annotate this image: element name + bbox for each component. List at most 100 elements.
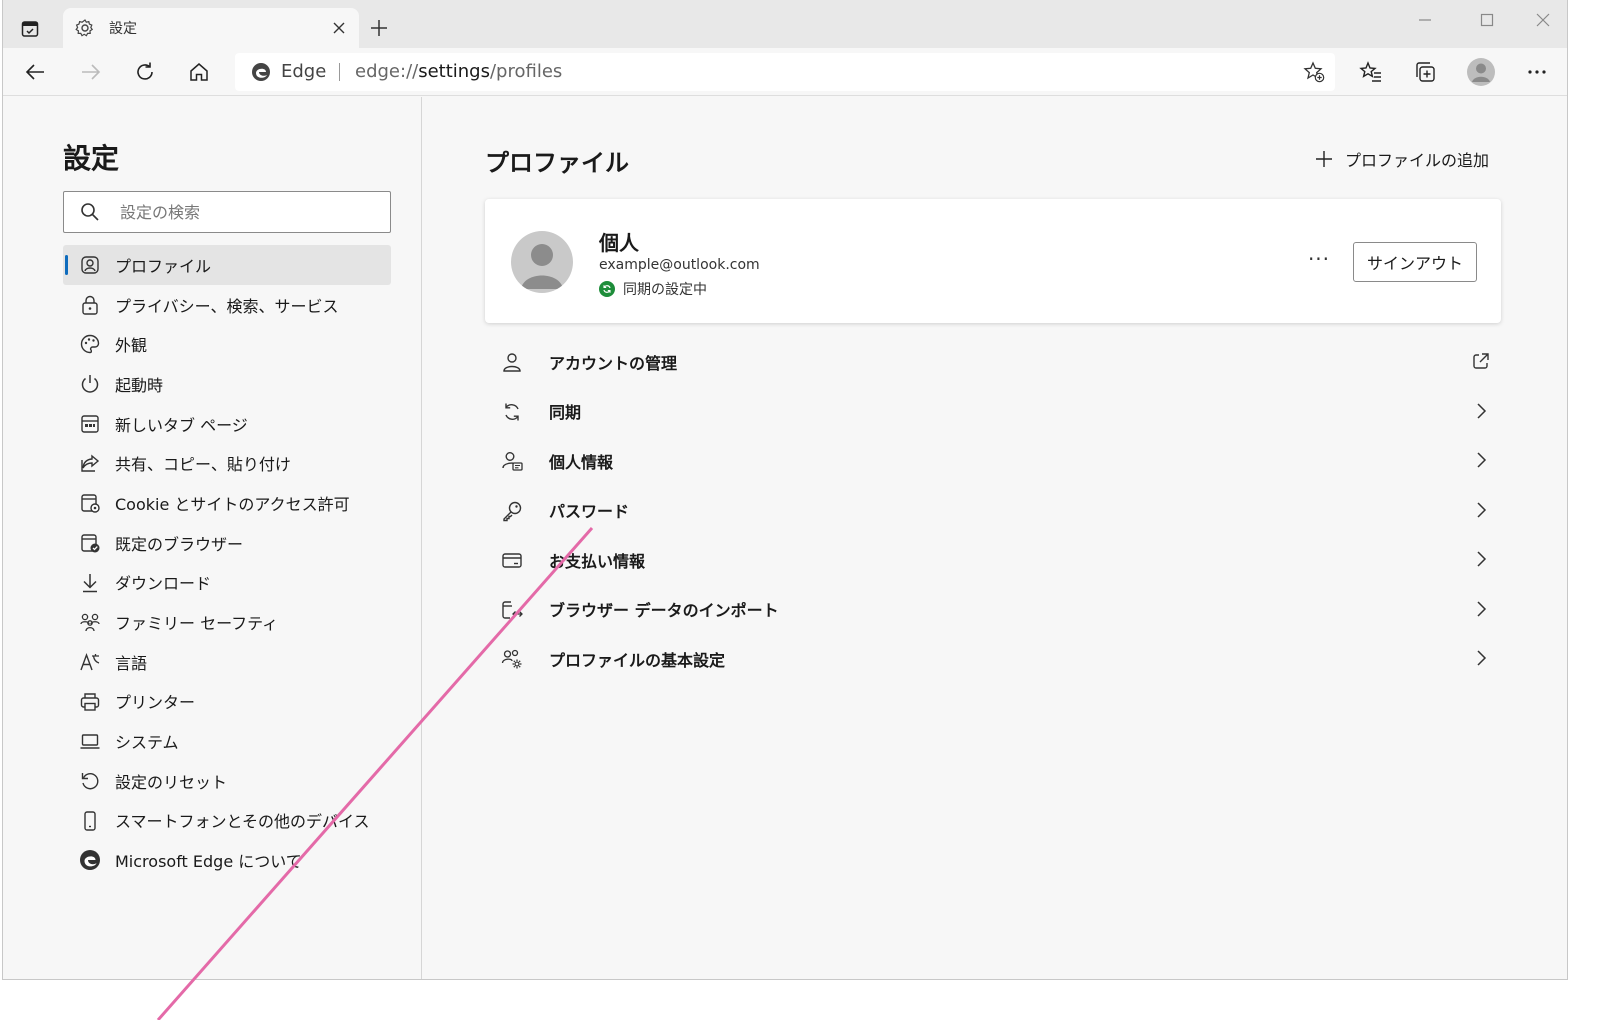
row-personal-info[interactable]: 個人情報 [485, 436, 1501, 486]
home-icon [190, 63, 208, 81]
profile-avatar-button[interactable] [1465, 56, 1497, 88]
sidebar-item-label: プロファイル [115, 256, 212, 276]
back-button[interactable] [19, 56, 51, 88]
import-icon [502, 600, 523, 619]
sidebar-item-label: Cookie とサイトのアクセス許可 [115, 494, 350, 514]
sidebar-item-label: Microsoft Edge について [115, 852, 302, 872]
sidebar-item-printers[interactable]: プリンター [63, 682, 391, 722]
search-input[interactable] [120, 200, 380, 224]
sidebar-item-system[interactable]: システム [63, 721, 391, 761]
add-favorite-icon[interactable] [1303, 61, 1325, 83]
sidebar-item-label: スマートフォンとその他のデバイス [115, 812, 370, 832]
sidebar-item-default-browser[interactable]: 既定のブラウザー [63, 523, 391, 563]
sidebar-item-label: 共有、コピー、貼り付け [115, 455, 291, 475]
tab-title: 設定 [109, 21, 137, 37]
forward-button[interactable] [75, 56, 107, 88]
sidebar-item-cookies[interactable]: Cookie とサイトのアクセス許可 [63, 483, 391, 523]
address-bar[interactable]: Edge edge://settings/profiles [235, 53, 1335, 91]
more-horizontal-icon [1528, 70, 1546, 74]
sync-status-icon [599, 281, 615, 297]
gear-icon [75, 19, 94, 37]
chevron-right-icon [1477, 551, 1487, 567]
profile-settings-icon [501, 649, 522, 669]
row-label: プロファイルの基本設定 [549, 650, 726, 670]
profile-name: 個人 [599, 231, 639, 255]
sidebar-item-privacy[interactable]: プライバシー、検索、サービス [63, 285, 391, 325]
edge-icon [80, 850, 100, 871]
sidebar-item-label: 外観 [115, 336, 148, 356]
plus-icon [371, 20, 387, 36]
row-label: 個人情報 [549, 452, 614, 472]
sidebar-item-label: 既定のブラウザー [115, 534, 244, 554]
refresh-icon [137, 62, 153, 80]
favorites-button[interactable] [1355, 56, 1387, 88]
tab-strip: 設定 [3, 0, 1567, 48]
home-button[interactable] [183, 56, 215, 88]
browser-window: 設定 Edge edge://settings/profiles 設定 設定の検… [2, 0, 1568, 980]
minimize-button[interactable] [1401, 4, 1449, 36]
key-icon [503, 501, 522, 521]
close-window-button[interactable] [1519, 4, 1567, 36]
sidebar-item-new-tab-page[interactable]: 新しいタブ ページ [63, 404, 391, 444]
collections-icon [1416, 62, 1435, 82]
sidebar-item-downloads[interactable]: ダウンロード [63, 563, 391, 603]
sidebar-item-label: 起動時 [115, 375, 164, 395]
power-icon [81, 375, 99, 393]
refresh-button[interactable] [129, 56, 161, 88]
sidebar-item-label: システム [115, 733, 179, 753]
sidebar-item-label: 設定のリセット [115, 772, 228, 792]
share-icon [81, 454, 100, 473]
sidebar-item-phone-devices[interactable]: スマートフォンとその他のデバイス [63, 801, 391, 841]
favorites-icon [1359, 61, 1381, 82]
settings-search[interactable] [63, 191, 391, 233]
search-icon [81, 203, 99, 221]
tab-actions-button[interactable] [13, 12, 47, 46]
profile-more-button[interactable]: ··· [1305, 245, 1333, 273]
row-sync[interactable]: 同期 [485, 387, 1501, 437]
profile-card: 個人 example@outlook.com 同期の設定中 ··· サインアウト [485, 199, 1501, 323]
close-icon [1536, 13, 1550, 27]
collections-button[interactable] [1409, 56, 1441, 88]
row-import-browser-data[interactable]: ブラウザー データのインポート [485, 585, 1501, 635]
sidebar-item-share-copy-paste[interactable]: 共有、コピー、貼り付け [63, 443, 391, 483]
row-profile-preferences[interactable]: プロファイルの基本設定 [485, 634, 1501, 684]
default-browser-icon [81, 534, 100, 553]
sidebar-item-label: プライバシー、検索、サービス [115, 296, 339, 316]
chevron-right-icon [1477, 452, 1487, 468]
signout-button[interactable]: サインアウト [1353, 242, 1477, 282]
sidebar-nav: プロファイル プライバシー、検索、サービス 外観 起動時 新しいタブ ページ 共… [63, 245, 391, 880]
close-icon [333, 22, 345, 34]
add-profile-button[interactable]: プロファイルの追加 [1315, 147, 1489, 171]
row-passwords[interactable]: パスワード [485, 486, 1501, 536]
download-icon [83, 573, 97, 592]
row-manage-account[interactable]: アカウントの管理 [485, 337, 1501, 387]
maximize-button[interactable] [1463, 4, 1511, 36]
sidebar-item-startup[interactable]: 起動時 [63, 364, 391, 404]
tab-actions-icon [21, 21, 39, 37]
sidebar-item-languages[interactable]: 言語 [63, 642, 391, 682]
external-link-icon [1473, 353, 1489, 369]
sidebar-item-appearance[interactable]: 外観 [63, 324, 391, 364]
language-icon [80, 652, 100, 671]
sidebar-item-about-edge[interactable]: Microsoft Edge について [63, 840, 391, 880]
row-payment-info[interactable]: お支払い情報 [485, 535, 1501, 585]
settings-sidebar: 設定 プロファイル プライバシー、検索、サービス 外観 起動時 [3, 97, 422, 979]
sync-icon [505, 403, 519, 420]
minimize-icon [1419, 19, 1431, 21]
personal-info-icon [502, 452, 523, 471]
more-menu-button[interactable] [1521, 56, 1553, 88]
sidebar-item-reset[interactable]: 設定のリセット [63, 761, 391, 801]
sidebar-item-label: 新しいタブ ページ [115, 415, 248, 435]
cookie-icon [81, 494, 100, 513]
site-name: Edge [281, 61, 327, 82]
tab-close-button[interactable] [327, 16, 351, 40]
sidebar-item-profiles[interactable]: プロファイル [63, 245, 391, 285]
tab-settings[interactable]: 設定 [63, 8, 359, 48]
plus-icon [1315, 151, 1332, 167]
new-tab-button[interactable] [365, 14, 393, 42]
person-icon [503, 353, 521, 372]
url-text[interactable]: edge://settings/profiles [355, 61, 562, 82]
profile-email: example@outlook.com [599, 257, 760, 273]
laptop-icon [80, 734, 100, 749]
sidebar-item-family-safety[interactable]: ファミリー セーフティ [63, 602, 391, 642]
